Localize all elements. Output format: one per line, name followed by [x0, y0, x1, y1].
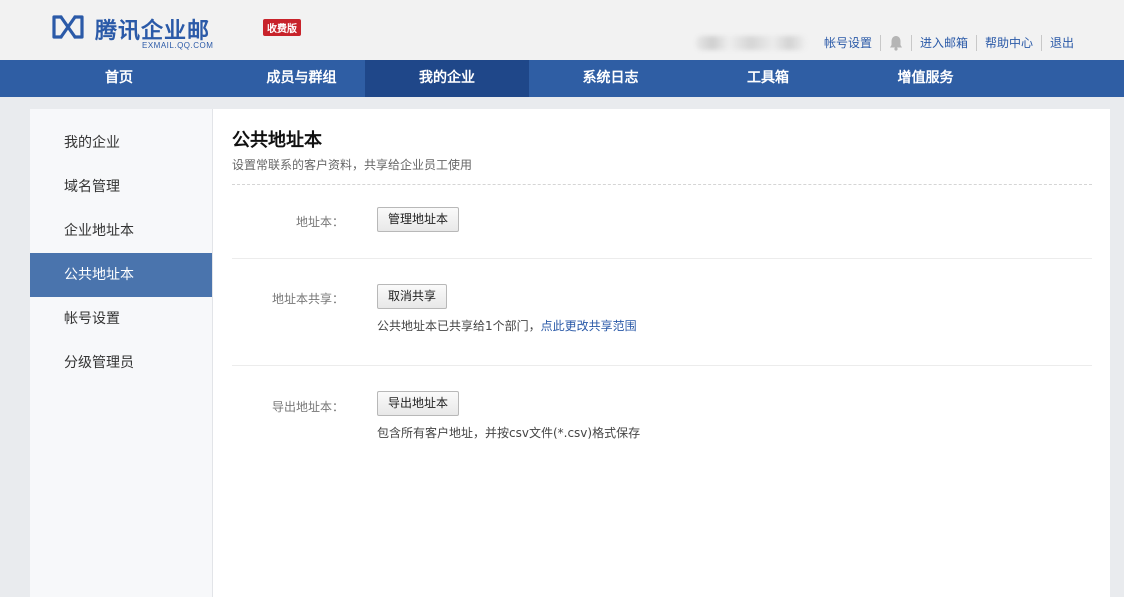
sidebar: 我的企业 域名管理 企业地址本 公共地址本 帐号设置 分级管理员 — [30, 109, 213, 597]
top-links: 帐号设置 进入邮箱 帮助中心 退出 — [695, 33, 1082, 53]
cancel-sharing-button[interactable]: 取消共享 — [377, 284, 448, 309]
header: 腾讯企业邮 EXMAIL.QQ.COM 收费版 帐号设置 进入邮箱 帮助中心 退… — [0, 0, 1124, 60]
change-sharing-scope-link[interactable]: 点此更改共享范围 — [541, 319, 637, 333]
sharing-note-text: 公共地址本已共享给1个部门， — [377, 319, 541, 333]
divider — [232, 184, 1092, 185]
sidebar-item-sub-admins[interactable]: 分级管理员 — [30, 341, 212, 385]
nav-system-log[interactable]: 系统日志 — [529, 60, 692, 97]
page-description: 设置常联系的客户资料，共享给企业员工使用 — [232, 158, 473, 172]
address-book-sharing-label: 地址本共享： — [271, 292, 344, 306]
sidebar-item-domain-management[interactable]: 域名管理 — [30, 165, 212, 209]
divider — [232, 365, 1092, 366]
export-address-book-button[interactable]: 导出地址本 — [377, 391, 460, 416]
sidebar-item-public-address-book[interactable]: 公共地址本 — [30, 253, 212, 297]
divider — [232, 258, 1092, 259]
nav-toolbox[interactable]: 工具箱 — [692, 60, 844, 97]
logo-subtitle: EXMAIL.QQ.COM — [142, 41, 214, 50]
paid-edition-badge: 收费版 — [263, 19, 301, 36]
page-title: 公共地址本 — [232, 130, 322, 151]
sidebar-item-enterprise-address-book[interactable]: 企业地址本 — [30, 209, 212, 253]
nav-members-groups[interactable]: 成员与群组 — [238, 60, 365, 97]
manage-address-book-button[interactable]: 管理地址本 — [377, 207, 460, 232]
enter-mailbox-link[interactable]: 进入邮箱 — [912, 34, 976, 52]
nav-my-enterprise[interactable]: 我的企业 — [365, 60, 529, 97]
main-nav: 首页 成员与群组 我的企业 系统日志 工具箱 增值服务 — [0, 60, 1124, 97]
nav-value-added-services[interactable]: 增值服务 — [844, 60, 1007, 97]
sidebar-item-account-settings[interactable]: 帐号设置 — [30, 297, 212, 341]
sharing-note: 公共地址本已共享给1个部门，点此更改共享范围 — [377, 317, 637, 334]
user-name-blurred — [695, 36, 806, 50]
bell-icon[interactable] — [881, 35, 911, 51]
nav-home[interactable]: 首页 — [0, 60, 238, 97]
account-settings-link[interactable]: 帐号设置 — [816, 34, 880, 52]
content-panel: 我的企业 域名管理 企业地址本 公共地址本 帐号设置 分级管理员 公共地址本 设… — [30, 109, 1110, 597]
main-content: 公共地址本 设置常联系的客户资料，共享给企业员工使用 地址本： 管理地址本 地址… — [232, 109, 1092, 597]
logout-link[interactable]: 退出 — [1042, 34, 1082, 52]
export-address-book-label: 导出地址本： — [271, 400, 344, 414]
help-center-link[interactable]: 帮助中心 — [977, 34, 1041, 52]
sidebar-item-my-enterprise[interactable]: 我的企业 — [30, 121, 212, 165]
address-book-label: 地址本： — [295, 215, 344, 229]
tencent-exmail-logo-icon — [52, 15, 84, 39]
export-note: 包含所有客户地址，并按csv文件(*.csv)格式保存 — [377, 426, 641, 440]
